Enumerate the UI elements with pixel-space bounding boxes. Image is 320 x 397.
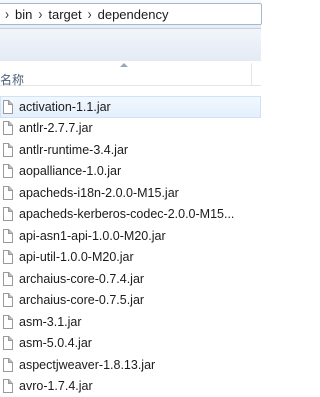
column-header-name[interactable]: 名称 [0, 71, 24, 88]
breadcrumb-item-target[interactable]: target [48, 4, 81, 24]
file-name: apacheds-kerberos-codec-2.0.0-M15... [19, 207, 235, 222]
file-row[interactable]: asm-5.0.4.jar [0, 333, 261, 355]
chevron-right-icon[interactable]: › [0, 6, 15, 23]
chevron-right-icon[interactable]: › [82, 6, 98, 23]
file-row[interactable]: api-asn1-api-1.0.0-M20.jar [0, 225, 261, 247]
file-icon [3, 379, 13, 394]
breadcrumb-label: dependency [97, 6, 169, 22]
file-icon [3, 314, 13, 329]
file-row[interactable]: activation-1.1.jar [0, 96, 261, 118]
breadcrumb-label: bin [15, 6, 33, 22]
file-row[interactable]: antlr-2.7.7.jar [0, 118, 261, 140]
file-name: avro-1.7.4.jar [19, 379, 93, 394]
breadcrumb-label: target [48, 6, 82, 22]
address-bar[interactable]: › bin › target › dependency [0, 3, 262, 25]
toolbar-strip [0, 29, 261, 61]
file-row[interactable]: apacheds-kerberos-codec-2.0.0-M15... [0, 204, 261, 226]
file-name: asm-5.0.4.jar [19, 336, 92, 351]
file-icon [3, 250, 13, 265]
sort-caret-icon [120, 63, 128, 67]
file-icon [3, 185, 13, 200]
file-icon [3, 164, 13, 179]
file-name: aopalliance-1.0.jar [19, 164, 122, 179]
file-name: api-asn1-api-1.0.0-M20.jar [19, 228, 166, 243]
file-name: archaius-core-0.7.4.jar [19, 271, 145, 286]
file-row[interactable]: avro-1.7.4.jar [0, 376, 261, 397]
file-icon [3, 357, 13, 372]
file-name: asm-3.1.jar [19, 314, 82, 329]
file-row[interactable]: aspectjweaver-1.8.13.jar [0, 354, 261, 376]
column-divider[interactable] [251, 63, 252, 85]
file-icon [3, 293, 13, 308]
file-row[interactable]: api-util-1.0.0-M20.jar [0, 247, 261, 269]
file-icon [3, 121, 13, 136]
file-icon [3, 228, 13, 243]
file-name: apacheds-i18n-2.0.0-M15.jar [19, 185, 179, 200]
chevron-right-icon[interactable]: › [32, 6, 48, 23]
file-row[interactable]: antlr-runtime-3.4.jar [0, 139, 261, 161]
address-bar-area: › bin › target › dependency [0, 0, 262, 29]
file-row[interactable]: archaius-core-0.7.4.jar [0, 268, 261, 290]
column-header: 名称 [0, 61, 261, 88]
breadcrumb-item-dependency[interactable]: dependency [98, 4, 169, 24]
file-icon [3, 99, 13, 114]
file-icon [3, 336, 13, 351]
file-name: api-util-1.0.0-M20.jar [19, 250, 134, 265]
file-icon [3, 271, 13, 286]
file-name: aspectjweaver-1.8.13.jar [19, 357, 156, 372]
file-row[interactable]: archaius-core-0.7.5.jar [0, 290, 261, 312]
file-row[interactable]: asm-3.1.jar [0, 311, 261, 333]
file-name: antlr-runtime-3.4.jar [19, 142, 129, 157]
breadcrumb-item-bin[interactable]: bin [15, 4, 32, 24]
file-row[interactable]: apacheds-i18n-2.0.0-M15.jar [0, 182, 261, 204]
file-name: activation-1.1.jar [19, 99, 111, 114]
file-list: activation-1.1.jar antlr-2.7.7.jar antlr-r… [0, 96, 261, 397]
file-icon [3, 142, 13, 157]
file-icon [3, 207, 13, 222]
file-name: archaius-core-0.7.5.jar [19, 293, 145, 308]
file-name: antlr-2.7.7.jar [19, 121, 93, 136]
file-row[interactable]: aopalliance-1.0.jar [0, 161, 261, 183]
